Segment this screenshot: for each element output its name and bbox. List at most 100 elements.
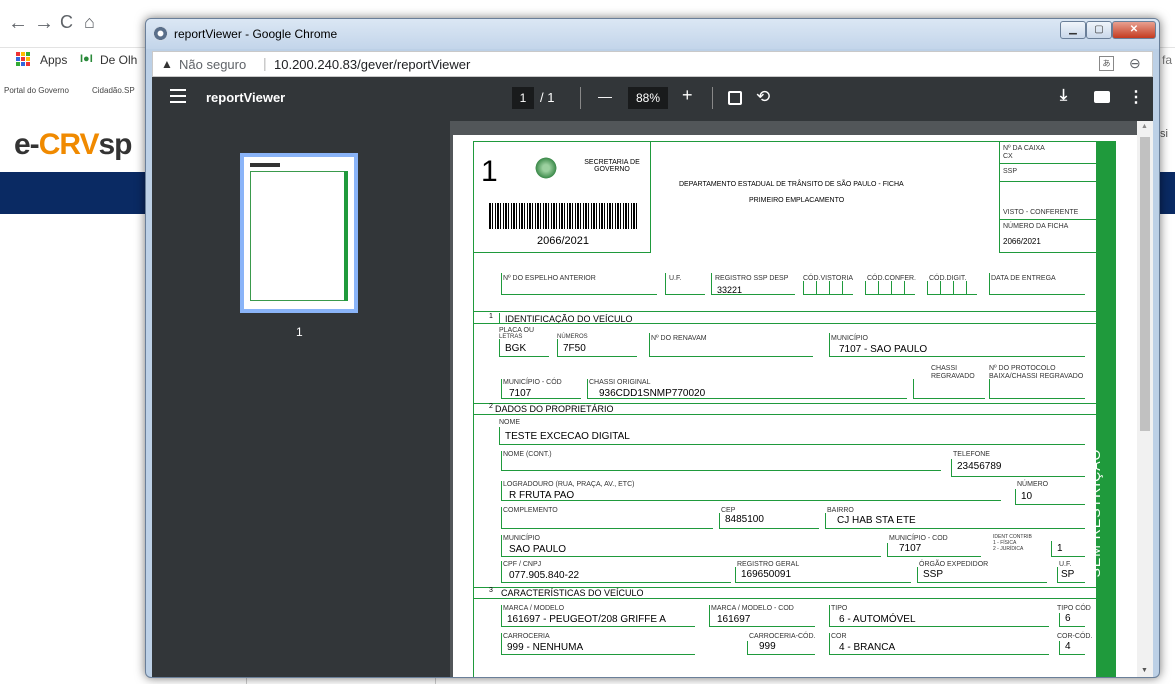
print-icon[interactable] [1094, 91, 1110, 103]
address-bar[interactable]: ▲ Não seguro | 10.200.240.83/gever/repor… [152, 51, 1153, 77]
chassi-label: CHASSI [931, 365, 958, 372]
rule [999, 181, 1096, 182]
toolbar-divider [580, 87, 581, 109]
fit-page-icon[interactable] [728, 91, 742, 105]
digit-boxes [927, 281, 977, 295]
right-edge-text: si [1160, 128, 1168, 140]
translate-icon[interactable]: あ [1099, 56, 1114, 71]
municipio-2-value: SAO PAULO [509, 544, 567, 555]
scroll-up-icon[interactable]: ▲ [1141, 123, 1148, 130]
zoom-in-button[interactable]: + [682, 85, 693, 106]
uf-label: U.F. [669, 275, 682, 282]
cidadao-sp-link[interactable]: Cidadão.SP [92, 86, 135, 95]
window-titlebar[interactable]: reportViewer - Google Chrome ▁ ▢ ✕ [146, 19, 1159, 49]
numero-label: NÚMERO [1017, 481, 1049, 488]
thumbnail-barcode [250, 163, 280, 167]
viewer-scrollbar[interactable]: ▲ ▼ [1137, 121, 1153, 677]
caixa-value: CX [1003, 153, 1013, 160]
toolbar-divider [712, 87, 713, 109]
cor-value: 4 - BRANCA [839, 642, 896, 653]
rule [999, 219, 1096, 220]
zoom-magnifier-icon[interactable]: ⊖ [1129, 55, 1141, 72]
scrollbar-thumb[interactable] [1140, 137, 1150, 431]
home-icon[interactable]: ⌂ [84, 12, 95, 33]
logo-sp: sp [98, 128, 133, 161]
thumbnail-green-stripe [344, 171, 348, 301]
chrome-window-icon [153, 26, 168, 41]
primeiro-emplacamento-label: PRIMEIRO EMPLACAMENTO [749, 197, 845, 204]
side-stamp-text: SEM RESTRIÇÃO [1087, 448, 1103, 578]
rule [999, 163, 1096, 164]
side-stamp-bar [1096, 141, 1116, 677]
telefone-label: TELEFONE [953, 451, 990, 458]
marca-label: MARCA / MODELO [503, 605, 565, 612]
maximize-button[interactable]: ▢ [1086, 21, 1112, 39]
confer-label: CÓD.CONFER. [867, 275, 916, 282]
pdf-page: SEM RESTRIÇÃO 1 SECRETARIA DE GOVERNO 20… [453, 135, 1141, 677]
ssp-label: SSP [1003, 168, 1018, 175]
deolho-bookmark[interactable]: De Olh [100, 53, 137, 67]
marca-cod-value: 161697 [717, 614, 751, 625]
logradouro-value: R FRUTA PAO [509, 490, 575, 501]
nome-label: NOME [499, 419, 520, 426]
close-button[interactable]: ✕ [1112, 21, 1156, 39]
vistoria-boxes [803, 281, 853, 295]
apps-bookmark[interactable]: Apps [40, 53, 67, 67]
uf-2-value: SP [1061, 569, 1075, 580]
tipo-value: 6 - AUTOMÓVEL [839, 614, 916, 625]
minimize-button[interactable]: ▁ [1060, 21, 1086, 39]
ecrv-logo: e-CRVsp [14, 128, 133, 162]
rule [473, 598, 1096, 599]
municipio-2-label: MUNICÍPIO [503, 535, 540, 542]
rotate-icon[interactable]: ⟲ [756, 87, 770, 107]
window-title: reportViewer - Google Chrome [174, 27, 338, 41]
apps-grid-icon[interactable] [16, 52, 30, 66]
scroll-down-icon[interactable]: ▼ [1141, 667, 1148, 674]
url-text[interactable]: 10.200.240.83/gever/reportViewer [274, 57, 470, 72]
thumbnail-form [250, 171, 348, 301]
page-thumbnail[interactable] [240, 153, 358, 313]
data-entrega-label: DATA DE ENTREGA [991, 275, 1056, 282]
chassi-original-label: CHASSI ORIGINAL [589, 379, 651, 386]
cpf-value: 077.905.840-22 [509, 570, 580, 581]
page-number-input[interactable]: 1 [512, 87, 534, 109]
menu-icon[interactable] [170, 89, 186, 103]
rg-value: 169650091 [741, 569, 792, 580]
more-options-icon[interactable]: ⋮ [1128, 87, 1144, 107]
reload-icon[interactable]: C [60, 12, 73, 33]
back-arrow-icon[interactable]: ← [8, 12, 28, 35]
numero-value: 10 [1021, 491, 1033, 502]
rule [473, 311, 1096, 312]
pdf-title: reportViewer [206, 90, 286, 105]
logradouro-label: LOGRADOURO (RUA, PRAÇA, AV., ETC) [503, 481, 635, 488]
cor-cod-label: COR-CÓD. [1057, 633, 1093, 640]
download-icon[interactable]: ⤓ [1060, 87, 1067, 105]
page-count: / 1 [540, 90, 555, 105]
security-label[interactable]: Não seguro [179, 57, 246, 72]
popup-window: reportViewer - Google Chrome ▁ ▢ ✕ ▲ Não… [145, 18, 1160, 678]
chassi-regravado-field [913, 379, 985, 399]
carroceria-value: 999 - NENHUMA [507, 642, 584, 653]
carroceria-cod-value: 999 [759, 641, 776, 652]
zoom-input[interactable]: 88% [628, 87, 668, 109]
thumbnail-page-number: 1 [296, 325, 303, 339]
juridica-label: 2 - JURÍDICA [993, 546, 1024, 552]
nome-cont-label: NOME (CONT.) [503, 451, 552, 458]
warning-triangle-icon: ▲ [161, 57, 173, 71]
ident-value: 1 [1057, 543, 1063, 554]
departamento-label: DEPARTAMENTO ESTADUAL DE TRÂNSITO DE SÃO… [679, 181, 904, 188]
forward-arrow-icon[interactable]: → [34, 12, 54, 35]
zoom-out-button[interactable]: — [598, 88, 612, 104]
portal-governo-link[interactable]: Portal do Governo [4, 86, 69, 95]
secretaria-label: SECRETARIA DE GOVERNO [584, 159, 640, 173]
tipo-label: TIPO [831, 605, 848, 612]
renavam-label: Nº DO RENAVAM [651, 335, 707, 342]
pdf-viewer: SEM RESTRIÇÃO 1 SECRETARIA DE GOVERNO 20… [450, 121, 1153, 677]
registro-value: 33221 [717, 285, 743, 295]
rule [473, 414, 1096, 415]
marca-cod-label: MARCA / MODELO - COD [711, 605, 794, 612]
bairro-value: CJ HAB STA ETE [837, 515, 916, 526]
background-side [0, 214, 150, 684]
logo-crv: CRV [38, 128, 100, 161]
municipio-label: MUNICÍPIO [831, 335, 868, 342]
